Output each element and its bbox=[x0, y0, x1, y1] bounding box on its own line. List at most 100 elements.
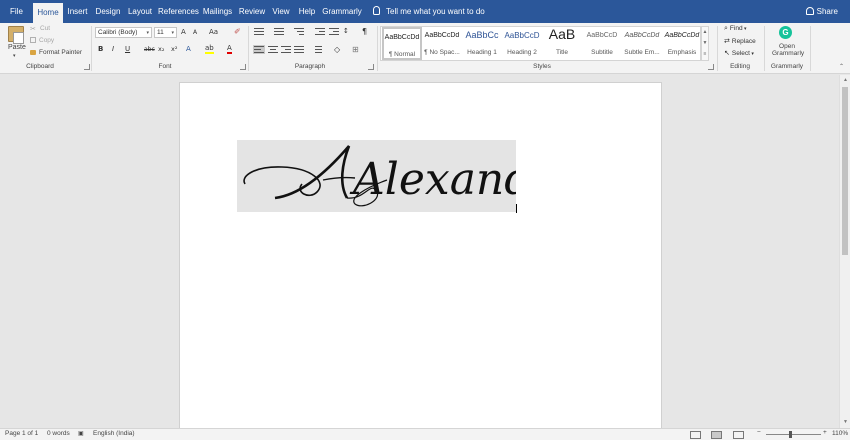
style-emphasis[interactable]: AaBbCcDd Emphasis bbox=[662, 27, 702, 60]
scroll-thumb[interactable] bbox=[842, 87, 848, 255]
grow-font-button[interactable]: A bbox=[181, 28, 186, 36]
format-painter-button[interactable]: Format Painter bbox=[30, 49, 82, 56]
style-subtle-emphasis[interactable]: AaBbCcDd Subtle Em... bbox=[622, 27, 662, 60]
font-name-select[interactable]: Calibri (Body) ▾ bbox=[95, 27, 152, 38]
borders-icon[interactable]: ⊞ bbox=[352, 45, 359, 54]
tab-file[interactable]: File bbox=[3, 0, 30, 23]
select-button[interactable]: ↖ Select ▾ bbox=[724, 49, 754, 57]
clipboard-launcher-icon[interactable] bbox=[84, 64, 90, 70]
zoom-level[interactable]: 110% bbox=[832, 430, 848, 437]
style-heading-1[interactable]: AaBbCc Heading 1 bbox=[462, 27, 502, 60]
find-button[interactable]: ⌕ Find ▾ bbox=[724, 25, 746, 33]
highlight-color-button[interactable]: ab bbox=[205, 45, 214, 54]
tab-design[interactable]: Design bbox=[94, 0, 122, 23]
tab-home[interactable]: Home bbox=[33, 3, 63, 23]
grammarly-icon[interactable]: G bbox=[779, 26, 792, 39]
style-preview: AaBbCcDd bbox=[424, 32, 460, 39]
chevron-up-icon[interactable]: ▲ bbox=[702, 27, 708, 38]
paste-button[interactable]: Paste bbox=[8, 44, 26, 51]
align-left-icon[interactable] bbox=[253, 45, 265, 54]
style-subtitle[interactable]: AaBbCcD Subtitle bbox=[582, 27, 622, 60]
tab-references[interactable]: References bbox=[158, 0, 199, 23]
style-normal[interactable]: AaBbCcDd ¶ Normal bbox=[382, 27, 422, 60]
font-size-value: 11 bbox=[157, 29, 164, 36]
sort-icon[interactable]: ↕ bbox=[343, 27, 349, 35]
tell-me-search[interactable]: Tell me what you want to do bbox=[373, 0, 485, 23]
replace-button[interactable]: ⇄ Replace bbox=[724, 37, 756, 45]
vertical-scrollbar[interactable]: ▲ ▼ bbox=[839, 75, 850, 428]
share-person-icon bbox=[805, 7, 814, 15]
tab-insert[interactable]: Insert bbox=[64, 0, 91, 23]
paste-dropdown-icon[interactable]: ▾ bbox=[13, 53, 16, 59]
scroll-down-icon[interactable]: ▼ bbox=[841, 418, 850, 427]
tab-grammarly[interactable]: Grammarly bbox=[322, 0, 362, 23]
numbering-icon[interactable] bbox=[274, 28, 284, 36]
shading-icon[interactable]: ◇ bbox=[334, 45, 340, 54]
underline-button[interactable]: U bbox=[125, 45, 130, 53]
style-name: ¶ No Spac... bbox=[424, 49, 460, 56]
chevron-down-icon[interactable]: ▼ bbox=[702, 38, 708, 49]
font-size-select[interactable]: 11 ▾ bbox=[154, 27, 177, 38]
document-page[interactable]: Alexander bbox=[179, 82, 662, 432]
change-case-button[interactable]: Aa bbox=[209, 28, 218, 36]
more-styles-icon[interactable]: ≡ bbox=[702, 49, 708, 60]
style-heading-2[interactable]: AaBbCcD Heading 2 bbox=[502, 27, 542, 60]
zoom-in-button[interactable]: + bbox=[823, 429, 827, 436]
tab-layout[interactable]: Layout bbox=[126, 0, 154, 23]
zoom-slider-thumb[interactable] bbox=[789, 431, 792, 438]
tab-mailings[interactable]: Mailings bbox=[201, 0, 234, 23]
collapse-ribbon-icon[interactable]: ⌃ bbox=[839, 63, 844, 70]
justify-icon[interactable] bbox=[294, 46, 304, 54]
font-launcher-icon[interactable] bbox=[240, 64, 246, 70]
web-layout-icon[interactable] bbox=[733, 431, 744, 439]
increase-indent-icon[interactable] bbox=[329, 28, 339, 36]
scissors-icon: ✂ bbox=[30, 26, 36, 33]
bold-button[interactable]: B bbox=[98, 45, 103, 53]
text-effects-button[interactable]: A bbox=[186, 45, 191, 53]
separator bbox=[764, 26, 765, 71]
share-label: Share bbox=[816, 7, 838, 16]
language-indicator[interactable]: English (India) bbox=[93, 430, 135, 437]
style-preview: AaBbCc bbox=[465, 30, 499, 40]
page-count[interactable]: Page 1 of 1 bbox=[5, 430, 38, 437]
align-center-icon[interactable] bbox=[268, 46, 278, 54]
tab-review[interactable]: Review bbox=[238, 0, 266, 23]
font-color-button[interactable]: A bbox=[227, 45, 232, 54]
replace-icon: ⇄ bbox=[724, 38, 730, 45]
italic-button[interactable]: I bbox=[112, 45, 114, 53]
scroll-up-icon[interactable]: ▲ bbox=[841, 76, 850, 85]
read-mode-icon[interactable] bbox=[690, 431, 701, 439]
copy-button[interactable]: Copy bbox=[30, 37, 54, 44]
zoom-slider[interactable] bbox=[766, 434, 821, 435]
align-right-icon[interactable] bbox=[281, 46, 291, 54]
signature-image[interactable]: Alexander bbox=[237, 140, 516, 212]
style-preview: AaB bbox=[548, 26, 576, 42]
shrink-font-button[interactable]: A bbox=[193, 29, 197, 36]
open-grammarly-button[interactable]: Open Grammarly bbox=[772, 43, 804, 57]
word-count[interactable]: 0 words bbox=[47, 430, 70, 437]
zoom-out-button[interactable]: − bbox=[757, 429, 761, 436]
show-formatting-button[interactable]: ¶ bbox=[362, 27, 367, 36]
cut-button[interactable]: ✂ Cut bbox=[30, 25, 50, 33]
print-layout-icon[interactable] bbox=[711, 431, 722, 439]
style-no-spacing[interactable]: AaBbCcDd ¶ No Spac... bbox=[422, 27, 462, 60]
multilevel-list-icon[interactable] bbox=[294, 28, 304, 36]
decrease-indent-icon[interactable] bbox=[315, 28, 325, 36]
line-spacing-icon[interactable] bbox=[312, 46, 322, 54]
superscript-button[interactable]: x² bbox=[171, 45, 177, 53]
bullets-icon[interactable] bbox=[254, 28, 264, 36]
proofing-icon[interactable]: ▣ bbox=[78, 430, 84, 437]
styles-gallery-scroll[interactable]: ▲ ▼ ≡ bbox=[701, 26, 709, 61]
styles-launcher-icon[interactable] bbox=[708, 64, 714, 70]
font-group-label: Font bbox=[158, 63, 172, 70]
clipboard-icon[interactable] bbox=[8, 26, 24, 44]
tab-view[interactable]: View bbox=[270, 0, 292, 23]
tab-help[interactable]: Help bbox=[296, 0, 318, 23]
replace-label: Replace bbox=[731, 38, 756, 45]
subscript-button[interactable]: x₂ bbox=[158, 45, 164, 53]
clear-formatting-icon[interactable]: ✐ bbox=[234, 27, 241, 36]
share-button[interactable]: Share bbox=[805, 0, 838, 23]
style-title[interactable]: AaB Title bbox=[542, 26, 582, 60]
strikethrough-button[interactable]: abc bbox=[144, 46, 155, 53]
paragraph-launcher-icon[interactable] bbox=[368, 64, 374, 70]
